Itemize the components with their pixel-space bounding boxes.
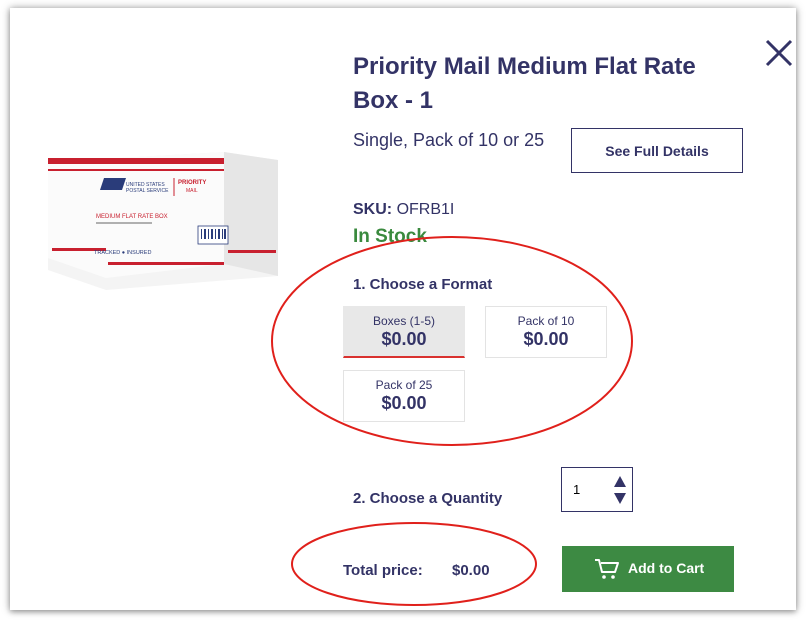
format-option-label: Boxes (1-5)	[372, 313, 436, 328]
product-image: UNITED STATES POSTAL SERVICE PRIORITY MA…	[48, 152, 278, 290]
format-option-price: $0.00	[381, 328, 427, 349]
quantity-heading: 2. Choose a Quantity	[353, 490, 503, 507]
format-option-pack-of-10[interactable]: Pack of 10 $0.00	[485, 306, 607, 358]
see-full-details-button[interactable]: See Full Details	[571, 128, 743, 173]
format-option-pack-of-25[interactable]: Pack of 25 $0.00	[343, 370, 465, 422]
box-tracked-label: TRACKED ● INSURED	[94, 250, 151, 256]
box-brand-line1: PRIORITY	[178, 180, 206, 186]
stock-status: In Stock	[353, 226, 427, 247]
total-price-label: Total price:	[343, 562, 423, 579]
format-option-price: $0.00	[523, 329, 569, 349]
cart-icon	[595, 559, 619, 579]
add-to-cart-button[interactable]: Add to Cart	[562, 546, 734, 592]
close-icon[interactable]	[763, 37, 795, 69]
format-option-label: Pack of 10	[517, 314, 575, 328]
format-heading: 1. Choose a Format	[353, 276, 493, 293]
quantity-value: 1	[573, 482, 581, 497]
format-option-label: Pack of 25	[375, 378, 433, 392]
box-brand-line2: MAIL	[186, 188, 198, 194]
product-title: Priority Mail Medium Flat Rate Box - 1	[353, 53, 696, 114]
sku-line: SKU: OFRB1I	[353, 201, 454, 219]
format-option-boxes-1-5[interactable]: Boxes (1-5) $0.00	[343, 306, 465, 358]
quantity-stepper[interactable]: 1	[561, 467, 633, 512]
stepper-arrows-icon[interactable]	[613, 475, 627, 505]
sku-value: OFRB1I	[396, 201, 455, 218]
format-option-price: $0.00	[381, 393, 427, 413]
product-subtitle: Single, Pack of 10 or 25	[353, 130, 545, 150]
total-price-value: $0.00	[452, 562, 490, 579]
product-modal: UNITED STATES POSTAL SERVICE PRIORITY MA…	[10, 8, 796, 610]
box-name-label: MEDIUM FLAT RATE BOX	[96, 214, 168, 220]
box-agency-line2: POSTAL SERVICE	[126, 188, 169, 194]
sku-label: SKU:	[353, 201, 393, 218]
add-to-cart-label: Add to Cart	[628, 560, 705, 576]
